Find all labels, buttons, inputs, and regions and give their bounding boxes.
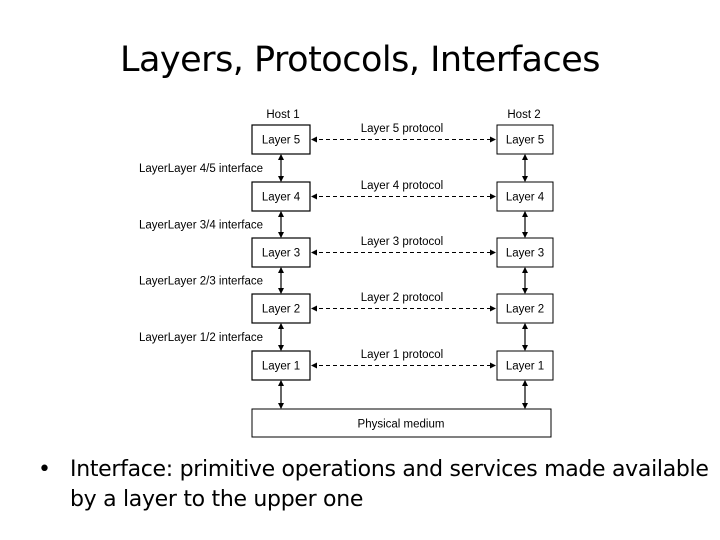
layer-4-row: Layer 4 Layer 4 Layer 4 protocol LayerLayer… [139, 180, 554, 238]
host-2-label: Host 2 [507, 109, 540, 121]
layer-1-protocol-label: Layer 1 protocol [361, 349, 443, 361]
interface-label: LayerLayer 2/3 interface [139, 276, 263, 288]
host-2-layer-4-label: Layer 4 [506, 192, 545, 204]
host-2-layer-3-label: Layer 3 [506, 248, 544, 260]
host-1-layer-2-label: Layer 2 [262, 304, 300, 316]
bullet-text: Interface: primitive operations and serv… [70, 457, 709, 512]
layer-1-row: Layer 1 Layer 1 Layer 1 protocol [251, 349, 554, 409]
layers-group: Layer 5 Layer 5 Layer 5 protocol LayerLayer… [139, 123, 554, 409]
interface-label: LayerLayer 1/2 interface [139, 332, 263, 344]
layer-3-protocol-label: Layer 3 protocol [361, 236, 443, 248]
physical-medium: Physical medium [251, 408, 552, 438]
host-1-layer-1-label: Layer 1 [262, 361, 300, 373]
host-2-layer-1-label: Layer 1 [506, 361, 544, 373]
bullet-icon: • [38, 457, 51, 482]
layer-2-row: Layer 2 Layer 2 Layer 2 protocol LayerLayer… [139, 292, 554, 351]
physical-medium-label: Physical medium [358, 419, 445, 431]
host-1-layer-5-label: Layer 5 [262, 135, 300, 147]
layer-5-protocol-label: Layer 5 protocol [361, 123, 443, 135]
host-1-layer-4-label: Layer 4 [262, 192, 301, 204]
host-1-layer-3-label: Layer 3 [262, 248, 300, 260]
host-2-layer-2-label: Layer 2 [506, 304, 544, 316]
interface-label: LayerLayer 3/4 interface [139, 220, 263, 232]
layer-2-protocol-label: Layer 2 protocol [361, 292, 443, 304]
interface-label: LayerLayer 4/5 interface [139, 163, 263, 175]
layer-4-protocol-label: Layer 4 protocol [361, 180, 443, 192]
host-1-label: Host 1 [266, 109, 299, 121]
layer-5-row: Layer 5 Layer 5 Layer 5 protocol LayerLayer… [139, 123, 554, 182]
layer-3-row: Layer 3 Layer 3 Layer 3 protocol LayerLayer… [139, 236, 554, 294]
host-2-layer-5-label: Layer 5 [506, 135, 544, 147]
